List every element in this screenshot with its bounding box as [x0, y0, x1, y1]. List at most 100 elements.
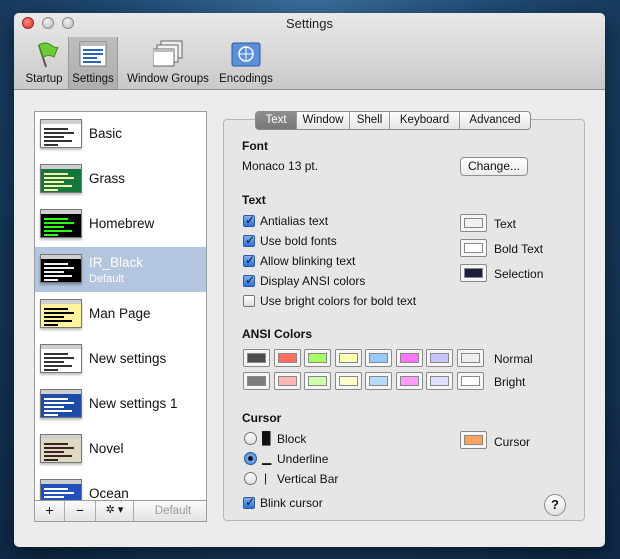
thumbnail-text-line	[44, 353, 68, 355]
ansi-normal-color-well-0[interactable]	[243, 349, 270, 367]
cursor-underline-label: Underline	[277, 452, 329, 466]
thumbnail-text-line	[44, 267, 74, 269]
thumbnail-text-line	[44, 275, 72, 277]
selection-color-swatch	[464, 268, 483, 278]
ansi-bright-color-well-3[interactable]	[334, 372, 362, 390]
toolbar-encodings[interactable]: Encodings	[216, 37, 276, 89]
cursor-vertical-bar-radio[interactable]	[244, 472, 257, 485]
window-groups-icon	[153, 40, 183, 67]
cursor-block-radio[interactable]	[244, 432, 257, 445]
thumbnail-text-line	[44, 414, 58, 416]
font-value: Monaco 13 pt.	[242, 159, 319, 173]
profile-thumbnail	[40, 344, 82, 373]
text-color-well[interactable]	[460, 214, 487, 232]
ansi-normal-color-swatch	[308, 353, 327, 363]
thumbnail-title-bar	[41, 345, 81, 349]
ansi-bright-color-well-6[interactable]	[426, 372, 453, 390]
bold-text-color-label: Bold Text	[494, 242, 544, 256]
profile-item-homebrew[interactable]: Homebrew	[35, 202, 206, 247]
profile-thumbnail	[40, 434, 82, 463]
ansi-normal-color-swatch	[338, 353, 358, 363]
ansi-normal-label: Normal	[494, 352, 533, 366]
ansi-bright-label: Bright	[494, 375, 526, 389]
ansi-colors-checkbox[interactable]	[243, 273, 255, 287]
profile-item-basic[interactable]: Basic	[35, 112, 206, 157]
toolbar-startup[interactable]: Startup	[22, 37, 66, 89]
bold-fonts-checkbox[interactable]	[243, 233, 255, 247]
selection-color-well[interactable]	[460, 264, 487, 282]
ansi-bright-color-well-0[interactable]	[243, 372, 270, 390]
ansi-bright-color-well-1[interactable]	[273, 372, 301, 390]
ansi-normal-color-well-6[interactable]	[426, 349, 453, 367]
cursor-block-label: Block	[277, 432, 307, 446]
ansi-bright-color-swatch	[460, 376, 480, 386]
profile-item-ir-black[interactable]: IR_Black Default	[35, 247, 206, 292]
profile-action-menu[interactable]: ✲ ▾	[96, 501, 134, 521]
window-title: Settings	[286, 16, 333, 31]
profile-item-man-page[interactable]: Man Page	[35, 292, 206, 337]
bold-text-color-swatch	[464, 243, 483, 253]
add-profile-button[interactable]: +	[35, 501, 65, 521]
cursor-color-well[interactable]	[460, 431, 487, 449]
profile-name: Homebrew	[89, 216, 155, 231]
tab-shell[interactable]: Shell	[350, 112, 390, 129]
ansi-bright-color-swatch	[399, 376, 419, 386]
thumbnail-text-line	[44, 369, 58, 371]
profile-item-new-settings-1[interactable]: New settings 1	[35, 382, 206, 427]
change-font-button[interactable]: Change...	[460, 157, 528, 176]
profile-thumbnail	[40, 209, 82, 238]
help-button[interactable]: ?	[544, 494, 566, 516]
profile-thumbnail	[40, 389, 82, 418]
ansi-normal-color-well-3[interactable]	[334, 349, 362, 367]
thumbnail-title-bar	[41, 300, 81, 304]
ansi-bright-color-well-7[interactable]	[456, 372, 484, 390]
profile-item-grass[interactable]: Grass	[35, 157, 206, 202]
thumbnail-text-line	[44, 316, 64, 318]
ansi-normal-color-well-5[interactable]	[395, 349, 423, 367]
thumbnail-text-line	[44, 447, 74, 449]
profile-name: New settings	[89, 351, 167, 366]
ansi-normal-color-well-7[interactable]	[456, 349, 484, 367]
cursor-color-label: Cursor	[494, 435, 531, 449]
tab-window[interactable]: Window	[297, 112, 350, 129]
set-default-button[interactable]: Default	[140, 501, 206, 521]
toolbar-settings[interactable]: Settings	[68, 37, 118, 89]
bright-bold-checkbox[interactable]	[243, 295, 255, 307]
profile-list[interactable]: Basic Grass Homebrew IR_Black Default Ma…	[34, 111, 207, 521]
ansi-normal-color-well-1[interactable]	[273, 349, 301, 367]
text-color-label: Text	[494, 217, 517, 231]
default-badge: Default	[89, 273, 124, 285]
ansi-bright-color-well-2[interactable]	[304, 372, 331, 390]
thumbnail-text-line	[44, 234, 58, 236]
remove-profile-button[interactable]: −	[65, 501, 96, 521]
thumbnail-text-line	[44, 459, 58, 461]
thumbnail-text-line	[44, 410, 72, 412]
ansi-normal-color-well-4[interactable]	[365, 349, 392, 367]
thumbnail-text-line	[44, 361, 64, 363]
thumbnail-text-line	[44, 189, 58, 191]
ansi-bright-color-well-5[interactable]	[395, 372, 423, 390]
ansi-bright-color-swatch	[430, 376, 449, 386]
cursor-underline-radio[interactable]	[244, 452, 257, 465]
ansi-normal-color-swatch	[277, 353, 297, 363]
antialias-checkbox[interactable]	[243, 213, 255, 227]
tab-text[interactable]: Text	[256, 112, 297, 129]
thumbnail-text-line	[44, 308, 68, 310]
ansi-normal-color-well-2[interactable]	[304, 349, 331, 367]
ansi-normal-color-swatch	[460, 353, 480, 363]
ansi-colors-label: Display ANSI colors	[260, 274, 366, 288]
thumbnail-text-line	[44, 312, 74, 314]
tab-keyboard[interactable]: Keyboard	[390, 112, 460, 129]
profile-thumbnail	[40, 299, 82, 328]
blinking-text-checkbox[interactable]	[243, 253, 255, 267]
ansi-bright-color-well-4[interactable]	[365, 372, 392, 390]
profile-item-novel[interactable]: Novel	[35, 427, 206, 472]
thumbnail-text-line	[44, 279, 58, 281]
profile-item-new-settings[interactable]: New settings	[35, 337, 206, 382]
bold-text-color-well[interactable]	[460, 239, 487, 257]
tab-advanced[interactable]: Advanced	[460, 112, 530, 129]
blinking-text-label: Allow blinking text	[260, 254, 356, 268]
toolbar-encodings-label: Encodings	[219, 73, 273, 85]
blink-cursor-checkbox[interactable]	[243, 495, 255, 509]
toolbar-window-groups[interactable]: Window Groups	[124, 37, 212, 89]
